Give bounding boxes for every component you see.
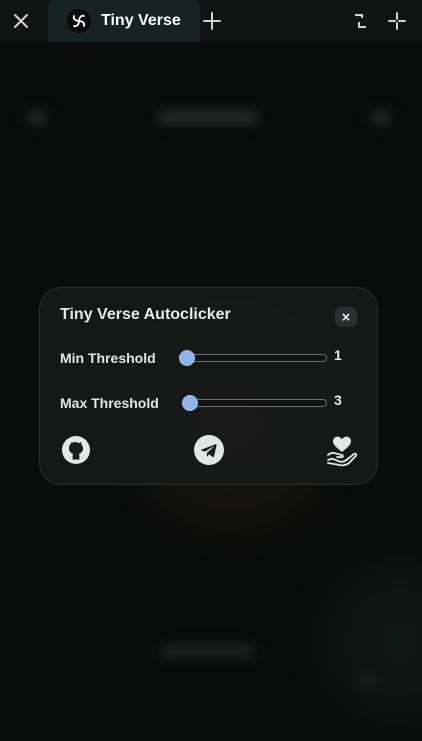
blurred-text xyxy=(160,644,255,658)
min-threshold-slider[interactable] xyxy=(186,354,327,362)
blurred-icon xyxy=(28,110,46,126)
max-threshold-slider[interactable] xyxy=(186,399,327,407)
title-bar: Tiny Verse xyxy=(0,0,422,42)
tab-tiny-verse[interactable]: Tiny Verse xyxy=(48,0,200,42)
min-threshold-label: Min Threshold xyxy=(60,350,156,366)
panel-title: Tiny Verse Autoclicker xyxy=(60,306,231,323)
max-threshold-thumb[interactable] xyxy=(182,395,198,411)
max-threshold-value: 3 xyxy=(334,392,342,408)
donate-heart-hand-icon[interactable] xyxy=(325,434,361,467)
telegram-icon[interactable] xyxy=(193,434,225,466)
github-icon[interactable] xyxy=(60,434,92,466)
spiral-logo-icon xyxy=(66,8,92,34)
restore-icon[interactable] xyxy=(348,8,374,34)
min-threshold-value: 1 xyxy=(334,347,342,363)
collapse-icon[interactable] xyxy=(384,8,410,34)
blurred-icon xyxy=(372,110,390,126)
autoclicker-panel: Tiny Verse Autoclicker × Min Threshold 1… xyxy=(39,287,378,485)
max-threshold-label: Max Threshold xyxy=(60,395,159,411)
blurred-text xyxy=(158,110,258,124)
blurred-icon xyxy=(360,674,376,688)
plus-icon[interactable] xyxy=(199,8,225,34)
tab-title: Tiny Verse xyxy=(101,12,181,29)
min-threshold-thumb[interactable] xyxy=(179,350,195,366)
panel-close-button[interactable]: × xyxy=(335,307,357,327)
close-icon[interactable] xyxy=(8,8,34,34)
